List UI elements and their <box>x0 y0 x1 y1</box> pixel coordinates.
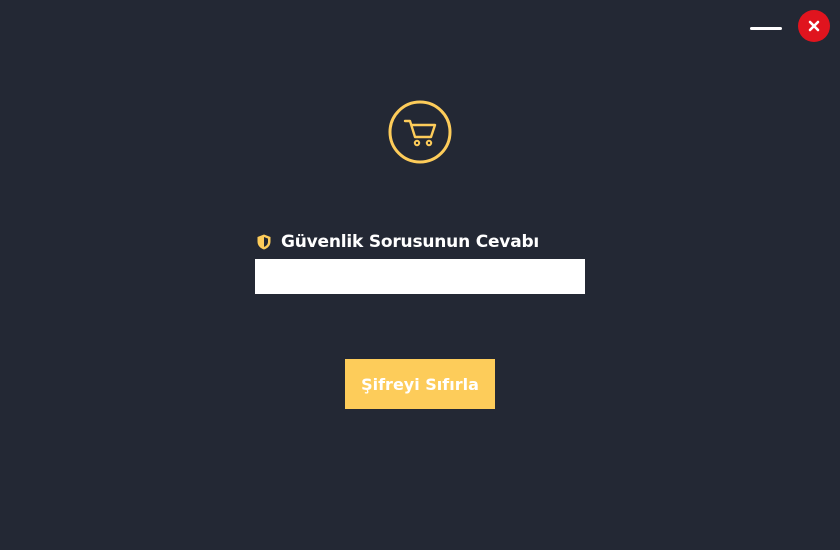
cart-logo <box>388 100 452 164</box>
close-button[interactable] <box>798 10 830 42</box>
security-answer-input[interactable] <box>255 259 585 294</box>
close-icon <box>808 20 820 32</box>
reset-password-button[interactable]: Şifreyi Sıfırla <box>345 359 495 409</box>
minimize-icon <box>750 26 782 30</box>
minimize-button[interactable] <box>746 16 786 40</box>
answer-label-text: Güvenlik Sorusunun Cevabı <box>281 232 540 252</box>
shopping-cart-icon <box>388 100 452 164</box>
shield-icon <box>257 234 271 250</box>
answer-field-label: Güvenlik Sorusunun Cevabı <box>255 230 539 254</box>
